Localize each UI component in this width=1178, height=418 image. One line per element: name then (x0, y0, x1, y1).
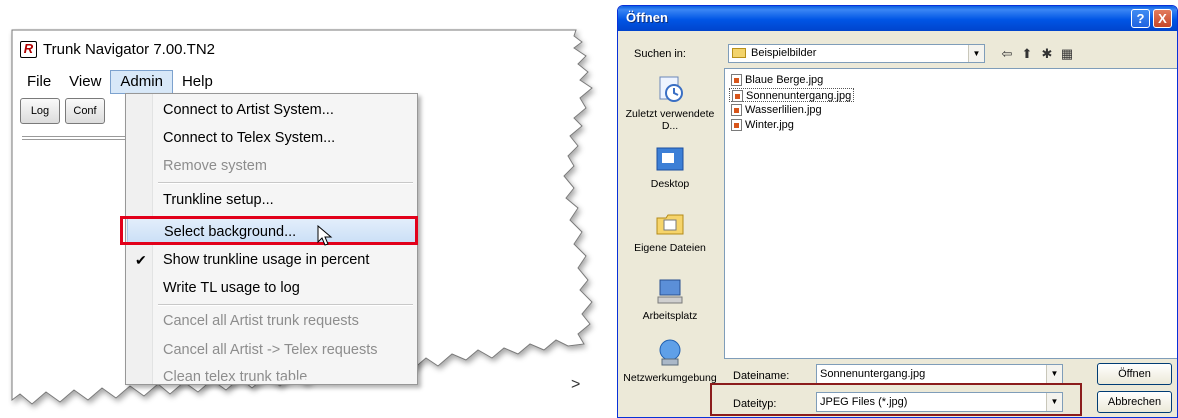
place-desktop[interactable]: Desktop (622, 144, 718, 190)
file-name: Blaue Berge.jpg (745, 74, 824, 86)
filename-value: Sonnenuntergang.jpg (820, 368, 926, 380)
menu-help[interactable]: Help (173, 70, 222, 94)
place-label: Netzwerkumgebung (623, 372, 717, 384)
menu-admin[interactable]: Admin (110, 70, 173, 94)
place-my-computer[interactable]: Arbeitsplatz (622, 276, 718, 322)
look-in-label: Suchen in: (634, 48, 686, 60)
jpg-file-icon (731, 119, 742, 131)
place-label: Eigene Dateien (634, 242, 706, 254)
place-network[interactable]: Netzwerkumgebung (622, 338, 718, 384)
places-bar: Zuletzt verwendete D... Desktop Eigene D… (622, 68, 718, 413)
menu-view[interactable]: View (60, 70, 110, 94)
jpg-file-icon (731, 74, 742, 86)
conf-button[interactable]: Conf (65, 98, 105, 124)
list-item[interactable]: Winter.jpg (729, 118, 796, 132)
open-button[interactable]: Öffnen (1097, 363, 1172, 385)
jpg-file-icon (732, 90, 743, 102)
up-folder-icon[interactable]: ⬆ (1018, 45, 1036, 62)
composite-screenshot: R Trunk Navigator 7.00.TN2 File View Adm… (0, 0, 1178, 418)
app-title: Trunk Navigator 7.00.TN2 (43, 40, 216, 58)
chevron-right-icon: > (571, 376, 581, 393)
place-label: Arbeitsplatz (642, 310, 698, 322)
file-name: Wasserlilien.jpg (745, 104, 822, 116)
desktop-icon (656, 147, 684, 171)
view-menu-icon[interactable]: ▦ (1058, 45, 1076, 62)
menu-item-trunkline-setup[interactable]: Trunkline setup... (127, 187, 416, 213)
filename-label: Dateiname: (733, 370, 790, 382)
network-icon (659, 339, 681, 366)
my-documents-folder-icon (656, 214, 684, 235)
my-computer-icon (657, 279, 683, 304)
filetype-highlight-frame (710, 383, 1082, 416)
menu-bar: File View Admin Help (18, 70, 222, 94)
look-in-dropdown[interactable]: Beispielbilder ▼ (728, 44, 985, 63)
look-in-value: Beispielbilder (751, 47, 817, 59)
back-icon[interactable]: ⇦ (998, 45, 1016, 62)
folder-icon (732, 48, 746, 58)
dialog-title: Öffnen (626, 10, 668, 25)
file-name: Winter.jpg (745, 119, 794, 131)
place-label: Zuletzt verwendete D... (625, 108, 715, 132)
mouse-pointer-icon (317, 225, 333, 246)
recent-documents-icon (659, 76, 683, 102)
log-button[interactable]: Log (20, 98, 60, 124)
list-item[interactable]: Blaue Berge.jpg (729, 73, 825, 87)
new-folder-icon[interactable]: ✱ (1038, 45, 1056, 62)
menu-item-connect-artist[interactable]: Connect to Artist System... (127, 97, 416, 123)
app-logo-icon: R (20, 40, 37, 58)
place-my-documents[interactable]: Eigene Dateien (622, 208, 718, 254)
chevron-down-icon[interactable]: ▼ (1046, 365, 1062, 383)
file-list-view[interactable]: Blaue Berge.jpg Sonnenuntergang.jpg Wass… (724, 68, 1177, 359)
list-item-selected[interactable]: Sonnenuntergang.jpg (729, 88, 855, 102)
app-title-bar: R Trunk Navigator 7.00.TN2 (20, 38, 215, 60)
menu-item-write-tl-usage[interactable]: Write TL usage to log (127, 275, 416, 301)
filename-input[interactable]: Sonnenuntergang.jpg ▼ (816, 364, 1063, 384)
menu-file[interactable]: File (18, 70, 60, 94)
open-file-dialog: Öffnen ? X Suchen in: Beispielbilder ▼ ⇦… (617, 5, 1178, 418)
file-name: Sonnenuntergang.jpg (746, 90, 852, 102)
menu-separator (158, 304, 413, 306)
menu-item-cancel-artist-telex: Cancel all Artist -> Telex requests (163, 342, 378, 358)
cancel-button[interactable]: Abbrechen (1097, 391, 1172, 413)
menu-item-label: Show trunkline usage in percent (163, 252, 370, 268)
menu-separator (158, 182, 413, 184)
close-button[interactable]: X (1153, 9, 1172, 28)
jpg-file-icon (731, 104, 742, 116)
dialog-titlebar: Öffnen ? X (618, 6, 1177, 31)
trunk-navigator-screenshot: R Trunk Navigator 7.00.TN2 File View Adm… (8, 28, 600, 418)
highlight-frame (120, 216, 418, 245)
chevron-down-icon[interactable]: ▼ (968, 45, 984, 62)
list-item[interactable]: Wasserlilien.jpg (729, 103, 824, 117)
toolbar: Log Conf (20, 98, 105, 124)
help-button[interactable]: ? (1131, 9, 1150, 28)
menu-item-connect-telex[interactable]: Connect to Telex System... (127, 125, 416, 151)
menu-item-remove-system: Remove system (163, 158, 267, 174)
place-recent[interactable]: Zuletzt verwendete D... (622, 74, 718, 132)
place-label: Desktop (650, 178, 690, 190)
menu-item-show-usage-percent[interactable]: ✔ Show trunkline usage in percent (127, 247, 416, 273)
checkmark-icon: ✔ (135, 252, 147, 268)
menu-item-cancel-artist-trunk: Cancel all Artist trunk requests (163, 313, 359, 329)
toolbar-divider (22, 136, 132, 140)
